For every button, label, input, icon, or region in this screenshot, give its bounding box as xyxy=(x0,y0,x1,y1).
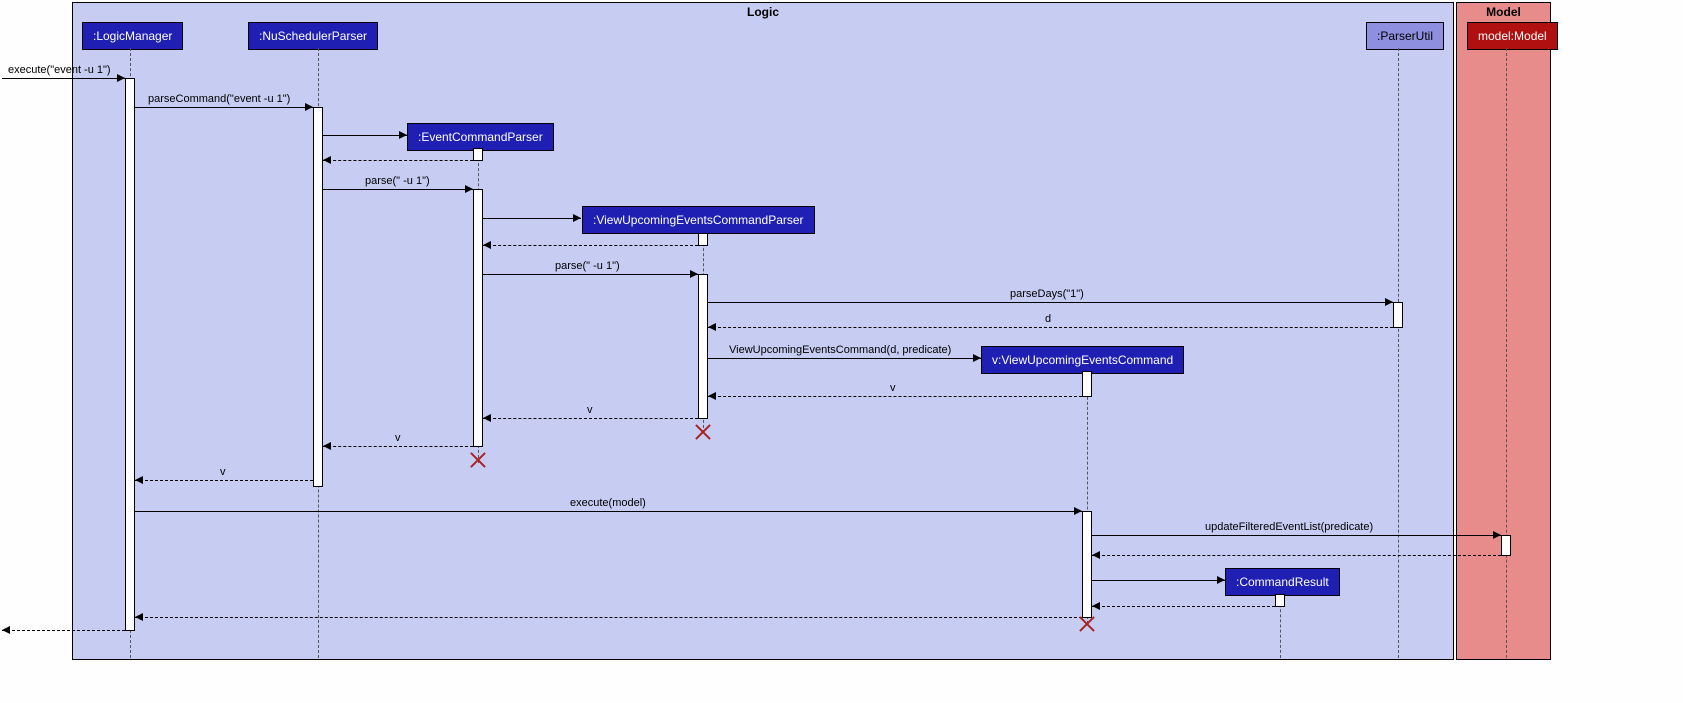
msg-create-vuecp xyxy=(483,218,581,219)
activation-cr xyxy=(1275,594,1285,607)
msg-label: parseCommand("event -u 1") xyxy=(148,93,290,105)
arrow-icon xyxy=(323,156,331,164)
msg-update-filtered xyxy=(1092,535,1501,536)
arrow-icon xyxy=(1493,531,1501,539)
arrow-icon xyxy=(2,626,10,634)
arrow-icon xyxy=(305,103,313,111)
msg-label: parse(" -u 1") xyxy=(365,175,430,187)
msg-return-ecp xyxy=(323,160,473,161)
msg-create-cr xyxy=(1092,580,1225,581)
activation-vuecp-2 xyxy=(698,274,708,419)
participant-command-result: :CommandResult xyxy=(1225,568,1340,596)
msg-return-v1 xyxy=(708,396,1082,397)
msg-return-d xyxy=(708,327,1393,328)
msg-label: parseDays("1") xyxy=(1010,288,1084,300)
msg-label: v xyxy=(220,466,226,478)
arrow-icon xyxy=(690,270,698,278)
frame-model: Model xyxy=(1456,2,1551,660)
destroy-icon xyxy=(693,421,713,441)
activation-vuec-2 xyxy=(1082,511,1092,618)
activation-ecp-1 xyxy=(473,148,483,161)
arrow-icon xyxy=(135,613,143,621)
msg-return-v2 xyxy=(483,418,698,419)
frame-model-label: Model xyxy=(1486,5,1521,19)
activation-model xyxy=(1501,535,1511,556)
msg-execute-event xyxy=(2,78,125,79)
activation-vuec-1 xyxy=(1082,371,1092,397)
msg-create-vuec xyxy=(708,358,981,359)
arrow-icon xyxy=(1092,602,1100,610)
msg-create-ecp xyxy=(323,135,407,136)
activation-nsp xyxy=(313,107,323,487)
participant-event-command-parser: :EventCommandParser xyxy=(407,123,554,151)
participant-logic-manager: :LogicManager xyxy=(82,22,183,50)
msg-return-external xyxy=(2,630,125,631)
msg-return-v4 xyxy=(135,480,313,481)
msg-label: ViewUpcomingEventsCommand(d, predicate) xyxy=(729,344,951,356)
arrow-icon xyxy=(1217,576,1225,584)
arrow-icon xyxy=(399,131,407,139)
frame-logic-label: Logic xyxy=(747,5,779,19)
msg-parse-2 xyxy=(483,274,698,275)
msg-label: v xyxy=(395,432,401,444)
destroy-icon xyxy=(468,449,488,469)
msg-label: updateFilteredEventList(predicate) xyxy=(1205,521,1373,533)
arrow-icon xyxy=(117,74,125,82)
arrow-icon xyxy=(573,214,581,222)
participant-view-upcoming-events-command-parser: :ViewUpcomingEventsCommandParser xyxy=(582,206,815,234)
arrow-icon xyxy=(483,241,491,249)
sequence-diagram: Logic Model :LogicManager :NuSchedulerPa… xyxy=(0,0,1683,703)
msg-parse-1 xyxy=(323,189,473,190)
activation-pu xyxy=(1393,302,1403,328)
msg-return-vuecp xyxy=(483,245,698,246)
msg-return-cr xyxy=(1092,606,1275,607)
arrow-icon xyxy=(708,392,716,400)
participant-nu-scheduler-parser: :NuSchedulerParser xyxy=(248,22,378,50)
msg-label: execute("event -u 1") xyxy=(8,64,111,76)
msg-execute-model xyxy=(135,511,1082,512)
msg-label: parse(" -u 1") xyxy=(555,260,620,272)
arrow-icon xyxy=(1074,507,1082,515)
msg-return-v3 xyxy=(323,446,473,447)
msg-label: d xyxy=(1045,313,1051,325)
arrow-icon xyxy=(1092,551,1100,559)
arrow-icon xyxy=(135,476,143,484)
participant-model: model:Model xyxy=(1467,22,1558,50)
participant-view-upcoming-events-command: v:ViewUpcomingEventsCommand xyxy=(981,346,1184,374)
arrow-icon xyxy=(1385,298,1393,306)
lifeline-model xyxy=(1506,48,1507,658)
arrow-icon xyxy=(465,185,473,193)
activation-ecp-2 xyxy=(473,189,483,447)
msg-return-lm xyxy=(135,617,1082,618)
arrow-icon xyxy=(323,442,331,450)
msg-label: v xyxy=(890,382,896,394)
activation-lm xyxy=(125,78,135,631)
msg-label: execute(model) xyxy=(570,497,646,509)
msg-parse-command xyxy=(135,107,313,108)
arrow-icon xyxy=(973,354,981,362)
msg-return-model xyxy=(1092,555,1501,556)
destroy-icon xyxy=(1077,613,1097,633)
participant-parser-util: :ParserUtil xyxy=(1366,22,1444,50)
lifeline-parser-util xyxy=(1398,48,1399,658)
msg-parse-days xyxy=(708,302,1393,303)
arrow-icon xyxy=(708,323,716,331)
arrow-icon xyxy=(483,414,491,422)
activation-vuecp-1 xyxy=(698,233,708,246)
msg-label: v xyxy=(587,404,593,416)
